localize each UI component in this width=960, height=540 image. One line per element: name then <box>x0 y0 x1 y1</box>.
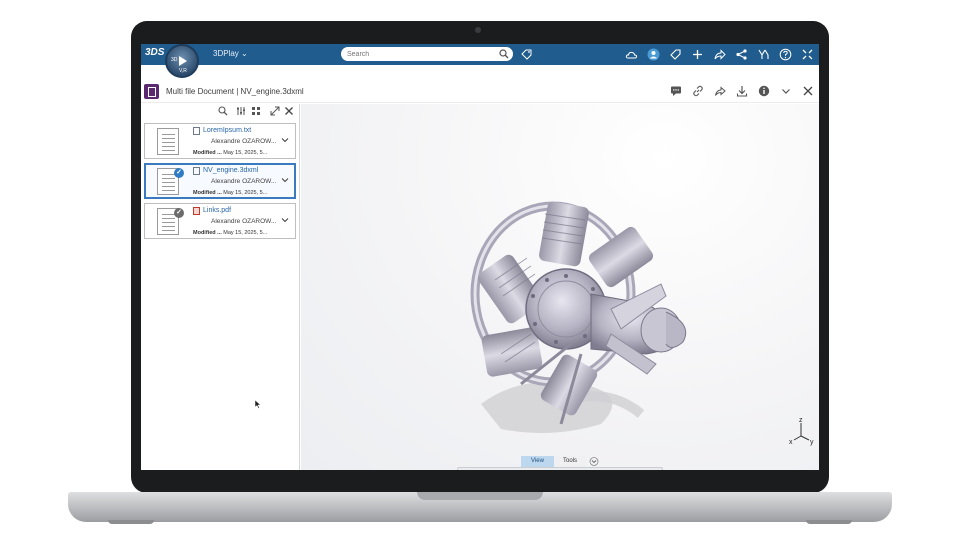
document-header: Multi file Document | NV_engine.3dxml <box>141 80 819 103</box>
share-icon[interactable] <box>714 85 726 97</box>
file-card-loremipsum[interactable]: LoremIpsum.txt Alexandre OZAROW... Modif… <box>144 123 296 159</box>
user-avatar-icon[interactable] <box>647 48 660 61</box>
file-modified: Modified ... May 15, 2025, 5... <box>193 150 267 156</box>
file-modified: Modified ... May 15, 2025, 5... <box>193 190 267 196</box>
text-file-icon <box>193 127 200 135</box>
modified-value: May 15, 2025, 5... <box>223 230 268 236</box>
app-name-menu[interactable]: 3DPlay ⌄ <box>213 49 248 58</box>
file-thumbnail <box>157 128 179 155</box>
modified-label: Modified ... <box>193 230 222 236</box>
camera <box>475 27 481 33</box>
search-input[interactable] <box>347 48 495 60</box>
engine-3d-model[interactable] <box>461 184 701 434</box>
file-name[interactable]: Links.pdf <box>203 207 231 214</box>
cloud-icon[interactable] <box>625 48 638 61</box>
3d-viewport[interactable]: z x y <box>301 104 819 470</box>
modified-value: May 15, 2025, 5... <box>223 190 268 196</box>
file-owner: Alexandre OZAROW... <box>211 218 277 225</box>
close-icon[interactable] <box>802 85 814 97</box>
collapse-icon[interactable] <box>801 48 814 61</box>
filter-icon[interactable] <box>236 106 246 116</box>
compass-3d-label: 3D <box>171 57 178 63</box>
chevron-down-icon[interactable] <box>589 457 599 466</box>
file-owner: Alexandre OZAROW... <box>211 178 277 185</box>
link-icon[interactable] <box>692 85 704 97</box>
tag-icon[interactable] <box>520 48 533 61</box>
expand-icon[interactable] <box>270 106 280 116</box>
axis-triad[interactable]: z x y <box>789 416 819 446</box>
compass-button[interactable]: 3D V,R <box>165 44 199 78</box>
axis-x-label: x <box>789 439 793 446</box>
close-icon[interactable] <box>284 106 294 116</box>
search-box <box>341 47 513 61</box>
modified-label: Modified ... <box>193 150 222 156</box>
action-bar-tabs: View Tools <box>521 456 641 467</box>
file-modified: Modified ... May 15, 2025, 5... <box>193 230 267 236</box>
modified-label: Modified ... <box>193 190 222 196</box>
tab-tools[interactable]: Tools <box>554 456 586 467</box>
ds-logo: 3DS <box>145 47 165 58</box>
info-icon[interactable] <box>758 85 770 97</box>
document-icon <box>144 84 159 99</box>
search-icon[interactable] <box>218 106 228 116</box>
laptop-base <box>68 492 892 522</box>
pdf-file-icon <box>193 207 200 215</box>
panel-toolbar <box>141 104 300 118</box>
grid-view-icon[interactable] <box>251 106 261 116</box>
file-card-nv-engine[interactable]: ✓ NV_engine.3dxml Alexandre OZAROW... Mo… <box>144 163 296 199</box>
chevron-down-icon[interactable] <box>281 176 289 184</box>
axis-y-label: y <box>810 439 814 446</box>
file-name[interactable]: NV_engine.3dxml <box>203 167 258 174</box>
file-owner: Alexandre OZAROW... <box>211 138 277 145</box>
community-icon[interactable] <box>757 48 770 61</box>
comment-icon[interactable] <box>670 85 682 97</box>
file-list-panel: LoremIpsum.txt Alexandre OZAROW... Modif… <box>141 104 300 470</box>
network-icon[interactable] <box>735 48 748 61</box>
checkmark-icon: ✓ <box>174 208 184 218</box>
screen: 3DS 3D V,R 3DPlay ⌄ Search Multi file Do… <box>141 44 819 470</box>
laptop-notch <box>417 492 543 500</box>
checkmark-icon: ✓ <box>174 168 184 178</box>
mouse-cursor-icon <box>255 400 261 409</box>
label-icon[interactable] <box>669 48 682 61</box>
download-icon[interactable] <box>736 85 748 97</box>
laptop-foot <box>108 520 154 524</box>
stage: 3DS 3D V,R 3DPlay ⌄ Search Multi file Do… <box>0 0 960 540</box>
plus-icon[interactable] <box>691 48 704 61</box>
chevron-down-icon[interactable] <box>780 85 792 97</box>
top-bar: 3DS 3D V,R 3DPlay ⌄ <box>141 44 819 78</box>
tab-view[interactable]: View <box>521 456 554 467</box>
play-icon <box>179 56 187 66</box>
chevron-down-icon[interactable] <box>281 216 289 224</box>
file-card-links[interactable]: ✓ Links.pdf Alexandre OZAROW... Modified… <box>144 203 296 409</box>
document-title: Multi file Document | NV_engine.3dxml <box>166 87 304 96</box>
help-icon[interactable] <box>779 48 792 61</box>
file-name[interactable]: LoremIpsum.txt <box>203 127 251 134</box>
laptop-lid: 3DS 3D V,R 3DPlay ⌄ Search Multi file Do… <box>131 21 829 493</box>
share-icon[interactable] <box>713 48 726 61</box>
axis-z-label: z <box>799 417 803 424</box>
3d-file-icon <box>193 167 200 175</box>
compass-version-label: V,R <box>179 68 187 74</box>
modified-value: May 15, 2025, 5... <box>223 150 268 156</box>
chevron-down-icon[interactable] <box>281 136 289 144</box>
laptop-foot <box>806 520 852 524</box>
action-bar <box>457 467 663 470</box>
search-icon[interactable] <box>499 49 509 59</box>
